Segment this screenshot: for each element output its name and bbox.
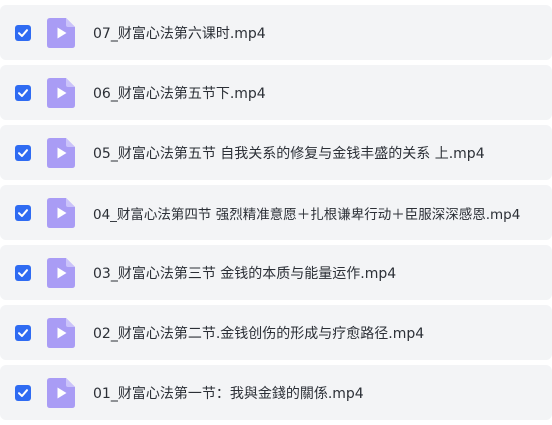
checkbox-checked-icon[interactable]	[15, 84, 31, 101]
checkbox-checked-icon[interactable]	[15, 24, 31, 41]
file-row[interactable]: 03_财富心法第三节 金钱的本质与能量运作.mp4	[0, 245, 552, 300]
video-file-icon	[47, 197, 75, 228]
file-list: 07_财富心法第六课时.mp4 06_财富心法第五节下.mp4 05_财富心法第…	[0, 0, 552, 425]
checkbox-checked-icon[interactable]	[15, 264, 31, 281]
video-file-icon	[47, 377, 75, 408]
video-file-icon	[47, 257, 75, 288]
file-row[interactable]: 07_财富心法第六课时.mp4	[0, 5, 552, 60]
file-name[interactable]: 01_财富心法第一节：我與金錢的關係.mp4	[93, 383, 364, 403]
video-file-icon	[47, 17, 75, 48]
file-row[interactable]: 02_财富心法第二节.金钱创伤的形成与疗愈路径.mp4	[0, 305, 552, 360]
file-name[interactable]: 06_财富心法第五节下.mp4	[93, 83, 266, 103]
file-row[interactable]: 06_财富心法第五节下.mp4	[0, 65, 552, 120]
checkbox-checked-icon[interactable]	[15, 144, 31, 161]
file-name[interactable]: 02_财富心法第二节.金钱创伤的形成与疗愈路径.mp4	[93, 323, 424, 343]
file-name[interactable]: 05_财富心法第五节 自我关系的修复与金钱丰盛的关系 上.mp4	[93, 143, 485, 163]
file-row[interactable]: 04_财富心法第四节 强烈精准意愿＋扎根谦卑行动＋臣服深深感恩.mp4	[0, 185, 552, 240]
file-name[interactable]: 03_财富心法第三节 金钱的本质与能量运作.mp4	[93, 263, 396, 283]
checkbox-checked-icon[interactable]	[15, 324, 31, 341]
file-name[interactable]: 07_财富心法第六课时.mp4	[93, 23, 266, 43]
video-file-icon	[47, 137, 75, 168]
file-row[interactable]: 01_财富心法第一节：我與金錢的關係.mp4	[0, 365, 552, 420]
checkbox-checked-icon[interactable]	[15, 204, 31, 221]
video-file-icon	[47, 77, 75, 108]
video-file-icon	[47, 317, 75, 348]
file-row[interactable]: 05_财富心法第五节 自我关系的修复与金钱丰盛的关系 上.mp4	[0, 125, 552, 180]
file-name[interactable]: 04_财富心法第四节 强烈精准意愿＋扎根谦卑行动＋臣服深深感恩.mp4	[93, 203, 520, 223]
checkbox-checked-icon[interactable]	[15, 384, 31, 401]
